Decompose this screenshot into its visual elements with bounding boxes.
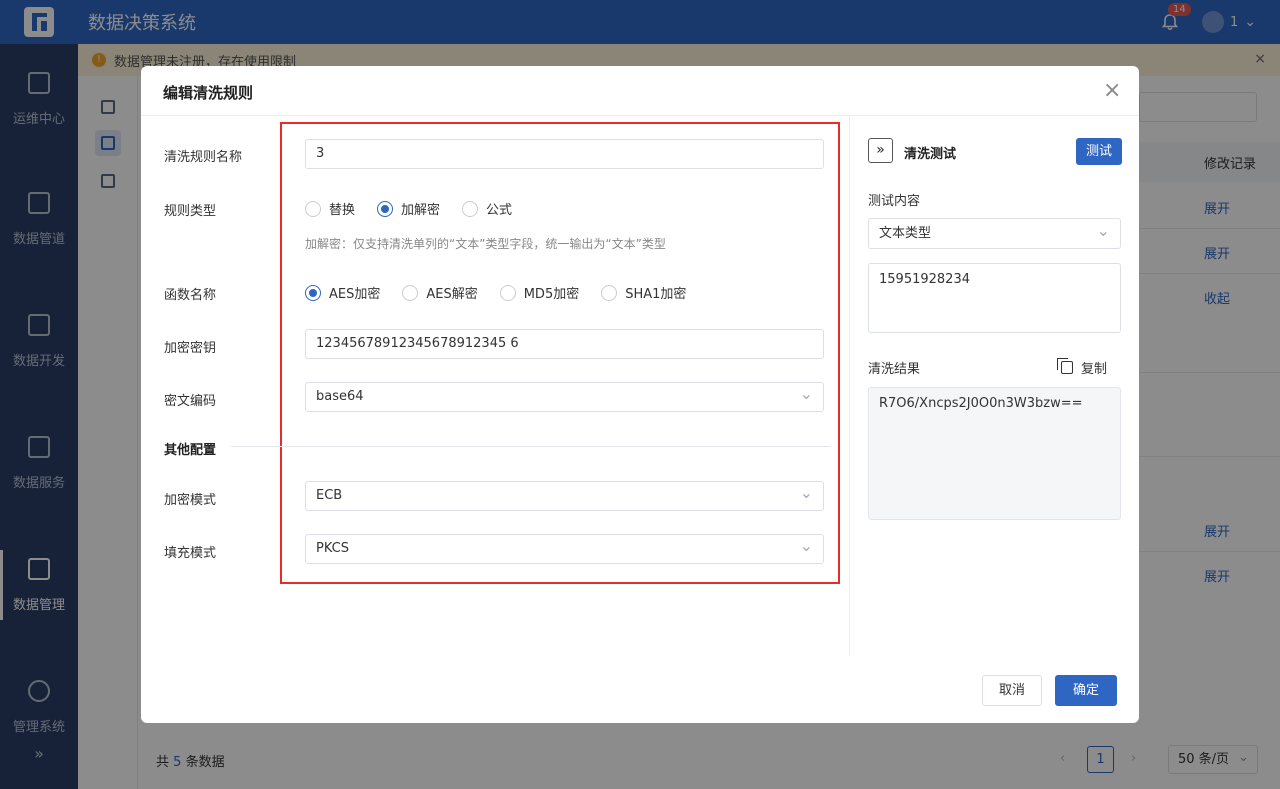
radio-sha1-encrypt[interactable]: SHA1加密 xyxy=(601,283,686,302)
confirm-button[interactable]: 确定 xyxy=(1055,675,1117,706)
modal-title: 编辑清洗规则 xyxy=(163,84,254,102)
radio-label: 公式 xyxy=(486,203,513,218)
radio-md5-encrypt[interactable]: MD5加密 xyxy=(499,283,580,302)
copy-label: 复制 xyxy=(1081,362,1108,377)
name-label: 清洗规则名称 xyxy=(164,150,243,165)
encoding-label: 密文编码 xyxy=(164,394,217,409)
copy-icon xyxy=(1057,358,1073,374)
content-type-select[interactable]: 文本类型 xyxy=(868,216,1121,249)
radio-encrypt-decrypt[interactable]: 加解密 xyxy=(377,199,440,218)
result-output: R7O6/Xncps2J0O0n3W3bzw== xyxy=(868,387,1121,520)
test-panel-title: 清洗测试 xyxy=(904,147,957,162)
rule-type-group: 替换 加解密 公式 xyxy=(305,199,534,218)
radio-label: AES加密 xyxy=(329,287,381,302)
radio-label: MD5加密 xyxy=(523,287,580,302)
test-button[interactable]: 测试 xyxy=(1076,138,1122,165)
rule-type-label: 规则类型 xyxy=(164,204,217,219)
padding-label: 填充模式 xyxy=(164,546,217,561)
encoding-select[interactable]: base64 xyxy=(305,380,824,412)
result-label: 清洗结果 xyxy=(868,362,921,377)
padding-mode-select[interactable]: PKCS xyxy=(305,532,824,564)
mode-label: 加密模式 xyxy=(164,493,217,508)
encryption-key-input[interactable]: 12345678912345678912345 6 xyxy=(305,329,824,359)
radio-label: SHA1加密 xyxy=(625,287,687,302)
edit-rule-modal: 编辑清洗规则 × 清洗规则名称 3 规则类型 替换 加解密 公式 加解密：仅支持… xyxy=(141,66,1139,723)
radio-label: 加解密 xyxy=(401,203,441,218)
expand-test-panel-button[interactable]: » xyxy=(868,138,893,163)
copy-button[interactable]: 复制 xyxy=(1057,358,1108,377)
test-content-input[interactable]: 15951928234 xyxy=(868,263,1121,333)
radio-aes-decrypt[interactable]: AES解密 xyxy=(402,283,478,302)
close-modal-button[interactable]: × xyxy=(1103,80,1121,102)
radio-formula[interactable]: 公式 xyxy=(462,199,512,218)
encryption-mode-select[interactable]: ECB xyxy=(305,479,824,511)
radio-replace[interactable]: 替换 xyxy=(305,199,355,218)
radio-aes-encrypt[interactable]: AES加密 xyxy=(305,283,380,302)
rule-hint: 加解密：仅支持清洗单列的“文本”类型字段，统一输出为“文本”类型 xyxy=(305,237,666,251)
test-content-label: 测试内容 xyxy=(868,194,921,209)
other-config-title: 其他配置 xyxy=(164,443,217,458)
cancel-button[interactable]: 取消 xyxy=(982,675,1042,706)
rule-name-input[interactable]: 3 xyxy=(305,139,824,169)
key-label: 加密密钥 xyxy=(164,341,217,356)
function-label: 函数名称 xyxy=(164,288,217,303)
radio-label: AES解密 xyxy=(426,287,478,302)
radio-label: 替换 xyxy=(329,203,356,218)
function-group: AES加密 AES解密 MD5加密 SHA1加密 xyxy=(305,283,708,302)
